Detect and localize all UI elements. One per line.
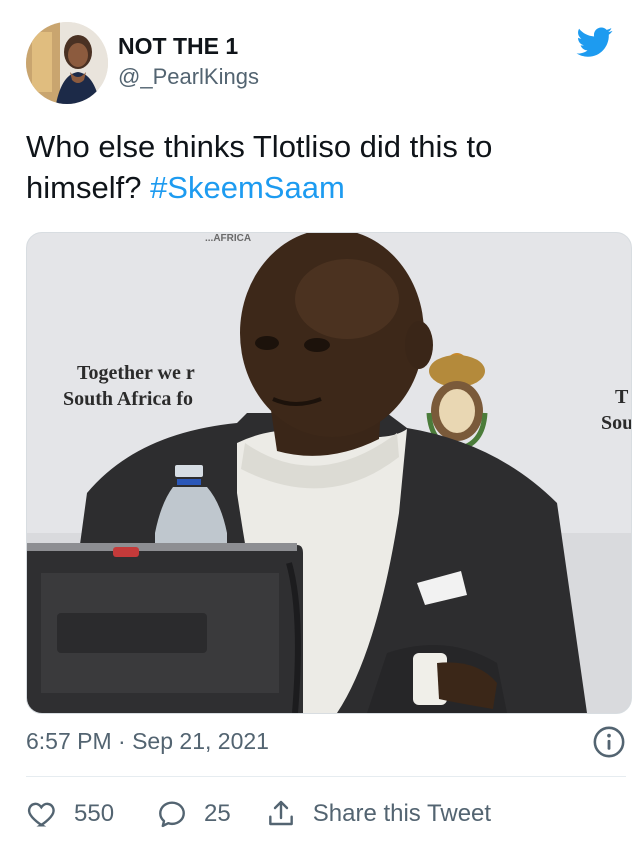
- author-handle[interactable]: @_PearlKings: [118, 62, 259, 92]
- avatar[interactable]: [26, 22, 108, 104]
- banner-right-line2: Sou: [601, 412, 631, 434]
- tweet-media-photo[interactable]: ...AFRICA Together we r South Africa fo …: [26, 232, 632, 714]
- tweet-actions: 550 25 Share this Tweet: [26, 796, 491, 832]
- share-button[interactable]: Share this Tweet: [265, 798, 491, 830]
- reply-count: 25: [204, 800, 231, 827]
- heart-icon: [27, 802, 55, 827]
- banner-text-line2: South Africa fo: [63, 388, 193, 410]
- like-count: 550: [74, 800, 115, 827]
- hashtag-link[interactable]: #SkeemSaam: [150, 170, 345, 205]
- like-button[interactable]: 550: [26, 798, 114, 830]
- reply-bubble-icon: [159, 801, 185, 828]
- author-display-name[interactable]: NOT THE 1: [118, 32, 259, 60]
- info-icon[interactable]: [592, 725, 626, 759]
- banner-text-line1: Together we r: [77, 362, 195, 384]
- share-icon: [268, 800, 293, 826]
- share-label: Share this Tweet: [312, 800, 492, 827]
- banner-top-text: ...AFRICA: [205, 233, 251, 244]
- author-names[interactable]: NOT THE 1 @_PearlKings: [118, 32, 259, 92]
- tweet-header: NOT THE 1 @_PearlKings: [26, 22, 616, 106]
- reply-button[interactable]: 25: [156, 798, 231, 830]
- tweet-timestamp[interactable]: 6:57 PM · Sep 21, 2021: [26, 726, 269, 756]
- tweet-text: Who else thinks Tlotliso did this to him…: [26, 126, 616, 208]
- banner-right-line1: T: [615, 386, 629, 408]
- twitter-bird-icon[interactable]: [574, 24, 616, 60]
- divider: [26, 776, 626, 777]
